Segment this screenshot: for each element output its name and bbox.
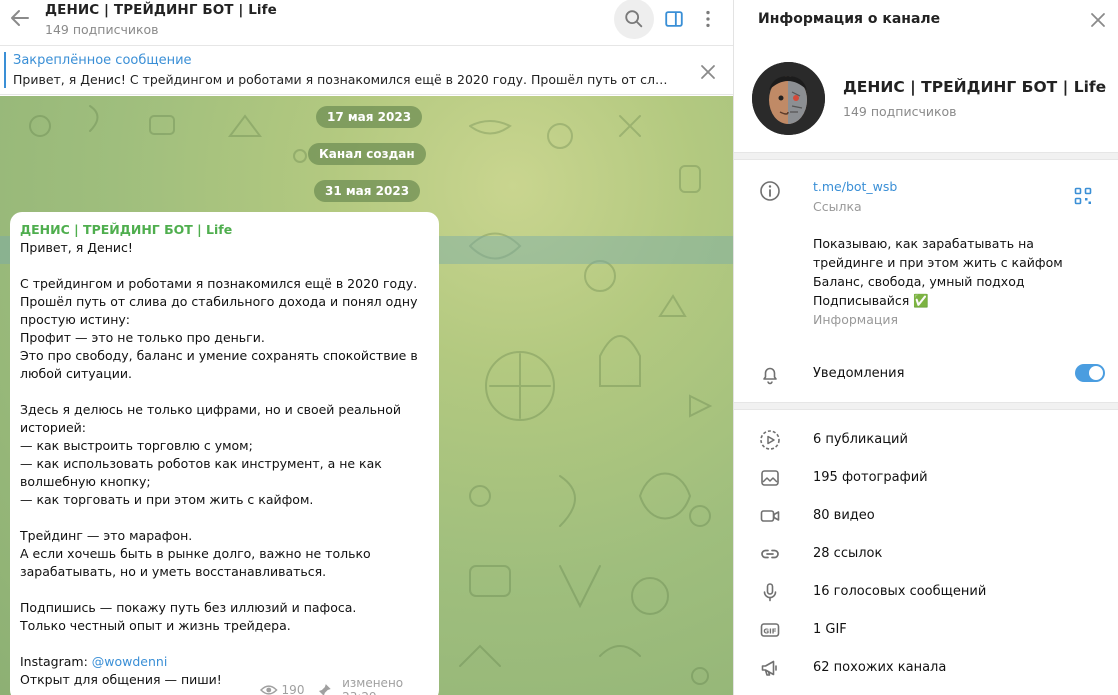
photo-icon bbox=[761, 470, 779, 486]
chat-title[interactable]: ДЕНИС | ТРЕЙДИНГ БОТ | Life bbox=[45, 2, 277, 18]
pinned-message-bar[interactable]: Закреплённое сообщение Привет, я Денис! … bbox=[0, 47, 733, 95]
date-divider: 31 мая 2023 bbox=[314, 180, 421, 202]
link-icon bbox=[761, 549, 779, 559]
stat-label: 195 фотографий bbox=[813, 470, 928, 485]
channel-created-notice: Канал создан bbox=[308, 143, 426, 165]
stat-row-videos[interactable]: 80 видео bbox=[734, 497, 1118, 535]
channel-subscribers: 149 подписчиков bbox=[843, 104, 957, 119]
channel-avatar[interactable] bbox=[752, 62, 825, 135]
edited-time: изменено 23:29 bbox=[342, 676, 404, 695]
chat-panel: ДЕНИС | ТРЕЙДИНГ БОТ | Life 149 подписчи… bbox=[0, 0, 733, 695]
info-icon bbox=[760, 181, 780, 201]
megaphone-icon bbox=[761, 660, 777, 676]
instagram-link[interactable]: @wowdenni bbox=[92, 654, 168, 669]
avatar-portrait-icon bbox=[752, 62, 825, 135]
pinned-accent-bar bbox=[4, 52, 6, 88]
date-divider: 17 мая 2023 bbox=[316, 106, 423, 128]
play-circle-icon bbox=[760, 430, 780, 450]
qr-code-button[interactable] bbox=[1074, 187, 1092, 205]
stat-row-similar-channels[interactable]: 62 похожих канала bbox=[734, 649, 1118, 687]
stat-label: 16 голосовых сообщений bbox=[813, 584, 987, 599]
stat-label: 1 GIF bbox=[813, 622, 847, 637]
channel-link[interactable]: t.me/bot_wsb bbox=[813, 179, 897, 194]
microphone-icon bbox=[763, 583, 777, 602]
more-menu-button[interactable] bbox=[688, 0, 728, 38]
qr-code-icon bbox=[1074, 187, 1092, 205]
pin-icon bbox=[319, 684, 332, 695]
info-icon-wrap bbox=[758, 179, 782, 203]
channel-about: Показываю, как зарабатывать на трейдинге… bbox=[813, 236, 1063, 308]
pinned-close-button[interactable] bbox=[696, 60, 720, 84]
instagram-prefix: Instagram: bbox=[20, 654, 92, 669]
info-close-button[interactable] bbox=[1086, 8, 1110, 32]
channel-name: ДЕНИС | ТРЕЙДИНГ БОТ | Life bbox=[843, 78, 1107, 96]
search-icon bbox=[625, 10, 643, 28]
channel-message[interactable]: ДЕНИС | ТРЕЙДИНГ БОТ | Life Привет, я Де… bbox=[10, 212, 439, 695]
bell-icon-wrap bbox=[758, 362, 782, 386]
search-button[interactable] bbox=[614, 0, 654, 38]
channel-link-label: Ссылка bbox=[813, 199, 862, 214]
stat-row-links[interactable]: 28 ссылок bbox=[734, 535, 1118, 573]
close-icon bbox=[1091, 13, 1105, 27]
eye-icon bbox=[260, 685, 278, 695]
stat-row-voice[interactable]: 16 голосовых сообщений bbox=[734, 573, 1118, 611]
stat-label: 62 похожих канала bbox=[813, 660, 947, 675]
pinned-text: Привет, я Денис! С трейдингом и роботами… bbox=[13, 72, 673, 87]
section-separator bbox=[734, 402, 1118, 410]
message-text: Привет, я Денис! С трейдингом и роботами… bbox=[20, 240, 418, 633]
video-icon bbox=[760, 510, 780, 522]
back-button[interactable] bbox=[8, 6, 32, 30]
stat-label: 6 публикаций bbox=[813, 432, 908, 447]
message-meta: 190 изменено 23:29 bbox=[260, 676, 439, 695]
stat-row-publications[interactable]: 6 публикаций bbox=[734, 421, 1118, 459]
close-icon bbox=[701, 65, 715, 79]
stat-label: 28 ссылок bbox=[813, 546, 883, 561]
svg-text:GIF: GIF bbox=[763, 627, 776, 635]
chat-subscribers: 149 подписчиков bbox=[45, 22, 159, 37]
info-panel-title: Информация о канале bbox=[758, 11, 941, 27]
stat-row-photos[interactable]: 195 фотографий bbox=[734, 459, 1118, 497]
channel-about-label: Информация bbox=[813, 312, 899, 327]
section-separator bbox=[734, 152, 1118, 160]
notifications-toggle[interactable] bbox=[1075, 364, 1105, 382]
arrow-left-icon bbox=[11, 10, 29, 26]
more-vertical-icon bbox=[706, 10, 710, 28]
message-author[interactable]: ДЕНИС | ТРЕЙДИНГ БОТ | Life bbox=[20, 222, 232, 237]
views-count: 190 bbox=[281, 683, 305, 695]
message-closing: Открыт для общения — пиши! bbox=[20, 672, 222, 687]
toggle-knob bbox=[1089, 366, 1103, 380]
stat-label: 80 видео bbox=[813, 508, 875, 523]
pinned-title: Закреплённое сообщение bbox=[13, 53, 192, 68]
message-body: Привет, я Денис! С трейдингом и роботами… bbox=[20, 239, 430, 689]
chat-header: ДЕНИС | ТРЕЙДИНГ БОТ | Life 149 подписчи… bbox=[0, 0, 733, 46]
sidebar-panel-icon bbox=[665, 11, 683, 27]
stat-row-gif[interactable]: GIF 1 GIF bbox=[734, 611, 1118, 649]
gif-icon: GIF bbox=[760, 623, 780, 637]
channel-info-panel: Информация о канале ДЕНИС | ТРЕЙДИНГ БОТ… bbox=[733, 0, 1118, 695]
bell-icon bbox=[763, 367, 777, 385]
notifications-label: Уведомления bbox=[813, 366, 905, 381]
